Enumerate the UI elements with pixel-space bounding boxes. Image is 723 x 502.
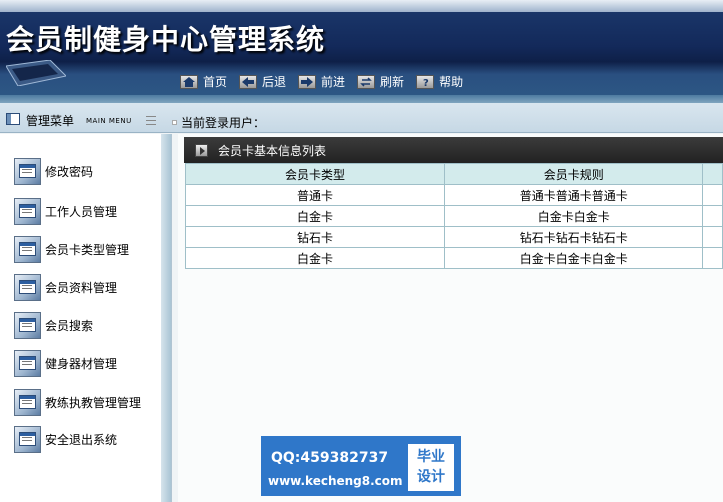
column-header: 会员卡规则	[444, 163, 704, 185]
bullet-icon	[172, 120, 177, 125]
app-title: 会员制健身中心管理系统	[6, 23, 326, 56]
table-row: 普通卡 普通卡普通卡普通卡	[184, 184, 723, 206]
toolbar-nav: 首页 后退 前进 刷新 ? 帮助	[180, 73, 469, 90]
member-card-table: 会员卡类型 会员卡规则 普通卡 普通卡普通卡普通卡 白金卡 白金卡白金卡 钻石卡…	[184, 163, 723, 269]
nav-back-button[interactable]: 后退	[239, 73, 286, 90]
menu-header-sub: MAIN MENU	[86, 116, 132, 125]
current-user-label: 当前登录用户：	[181, 116, 266, 130]
sidebar-item-member-search[interactable]: 会员搜索	[14, 312, 154, 339]
table-row: 钻石卡 钻石卡钻石卡钻石卡	[184, 226, 723, 248]
window-icon	[14, 350, 41, 377]
nav-help-button[interactable]: ? 帮助	[416, 73, 463, 90]
table-row: 白金卡 白金卡白金卡白金卡	[184, 247, 723, 269]
table-row: 白金卡 白金卡白金卡	[184, 205, 723, 227]
window-icon	[14, 158, 41, 185]
table-cell: 普通卡普通卡普通卡	[444, 184, 704, 206]
table-cell: 白金卡白金卡白金卡	[444, 247, 704, 269]
watermark-badge-line1: 毕业	[417, 449, 445, 465]
header-bottom-band	[0, 95, 723, 103]
nav-forward-button[interactable]: 前进	[298, 73, 345, 90]
menu-panel-icon	[6, 113, 20, 128]
sidebar-item-label: 安全退出系统	[45, 432, 118, 447]
sub-header-bar: 管理菜单 MAIN MENU 当前登录用户：	[0, 103, 723, 133]
app-header: 会员制健身中心管理系统 首页 后退 前进 刷新 ? 帮助	[0, 0, 723, 103]
sidebar-item-label: 会员卡类型管理	[45, 242, 130, 257]
refresh-icon	[357, 74, 376, 89]
window-icon	[14, 389, 41, 416]
sidebar: 修改密码 工作人员管理 会员卡类型管理 会员资料管理 会员搜索 健身器材管理 教…	[0, 134, 172, 502]
watermark-badge: 毕业 设计	[408, 444, 454, 491]
menu-lines-icon	[145, 116, 156, 125]
sidebar-item-equipment[interactable]: 健身器材管理	[14, 350, 154, 377]
table-cell-empty	[702, 247, 723, 269]
watermark-banner: QQ:459382737 www.kecheng8.com 毕业 设计	[261, 436, 461, 496]
home-icon	[180, 74, 198, 89]
sidebar-item-label: 工作人员管理	[45, 204, 118, 219]
sidebar-item-staff[interactable]: 工作人员管理	[14, 198, 154, 225]
monitor-graphic-icon	[5, 59, 68, 87]
nav-refresh-label: 刷新	[380, 75, 405, 89]
nav-forward-label: 前进	[321, 75, 346, 89]
nav-help-label: 帮助	[439, 75, 464, 89]
nav-refresh-button[interactable]: 刷新	[357, 73, 404, 90]
table-cell-empty	[702, 205, 723, 227]
table-cell-empty	[702, 226, 723, 248]
play-icon	[195, 143, 208, 157]
window-icon	[14, 312, 41, 339]
table-cell: 白金卡白金卡	[444, 205, 704, 227]
table-cell: 普通卡	[184, 184, 446, 206]
list-title: 会员卡基本信息列表	[218, 143, 327, 158]
sidebar-item-logout[interactable]: 安全退出系统	[14, 426, 154, 453]
table-header-row: 会员卡类型 会员卡规则	[184, 163, 723, 185]
watermark-badge-line2: 设计	[417, 469, 445, 485]
watermark-site: www.kecheng8.com	[268, 474, 403, 488]
sidebar-item-change-password[interactable]: 修改密码	[14, 158, 154, 185]
table-cell: 钻石卡	[184, 226, 446, 248]
table-cell: 钻石卡钻石卡钻石卡	[444, 226, 704, 248]
nav-back-label: 后退	[262, 75, 287, 89]
sidebar-item-label: 教练执教管理管理	[45, 395, 142, 410]
svg-text:?: ?	[423, 78, 429, 87]
sidebar-item-label: 健身器材管理	[45, 356, 118, 371]
current-user: 当前登录用户：	[172, 114, 265, 131]
list-header: 会员卡基本信息列表	[184, 137, 723, 163]
table-cell-empty	[702, 184, 723, 206]
sidebar-splitter[interactable]	[161, 134, 171, 502]
back-arrow-icon	[239, 74, 258, 89]
sidebar-item-label: 会员搜索	[45, 318, 94, 333]
sidebar-item-card-types[interactable]: 会员卡类型管理	[14, 236, 154, 263]
menu-header-label: 管理菜单	[26, 114, 75, 128]
nav-home-label: 首页	[203, 75, 228, 89]
help-icon: ?	[416, 74, 435, 89]
watermark-qq: QQ:459382737	[271, 450, 389, 466]
header-top-glow	[0, 0, 723, 12]
sidebar-item-member-profiles[interactable]: 会员资料管理	[14, 274, 154, 301]
window-icon	[14, 426, 41, 453]
sidebar-item-label: 修改密码	[45, 164, 94, 179]
forward-arrow-icon	[298, 74, 317, 89]
window-icon	[14, 274, 41, 301]
column-header-empty	[702, 163, 723, 185]
menu-header: 管理菜单 MAIN MENU	[6, 112, 156, 129]
column-header: 会员卡类型	[184, 163, 446, 185]
sidebar-item-label: 会员资料管理	[45, 280, 118, 295]
table-cell: 白金卡	[184, 205, 446, 227]
window-icon	[14, 198, 41, 225]
sidebar-item-coaching[interactable]: 教练执教管理管理	[14, 389, 154, 416]
nav-home-button[interactable]: 首页	[180, 73, 227, 90]
table-cell: 白金卡	[184, 247, 446, 269]
window-icon	[14, 236, 41, 263]
